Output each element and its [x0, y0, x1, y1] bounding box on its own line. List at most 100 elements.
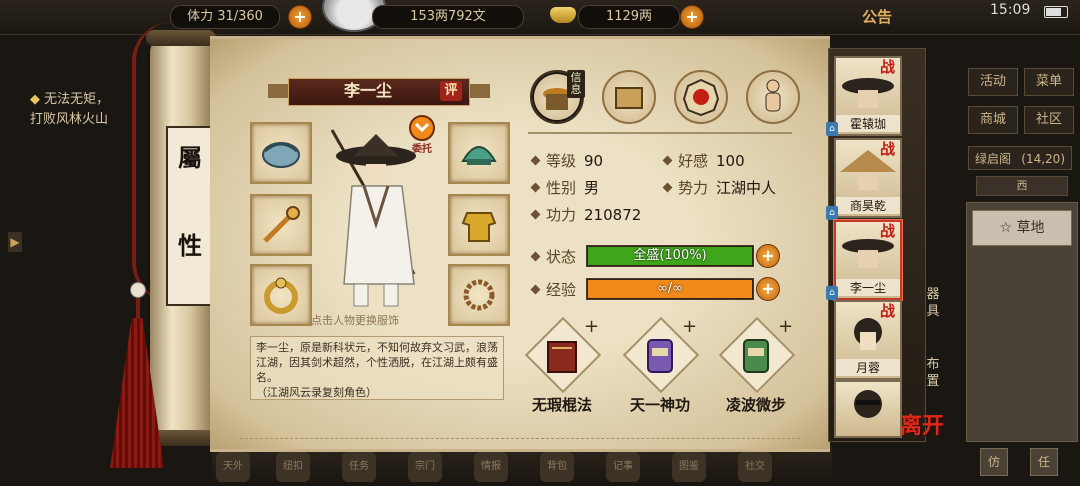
armor-icon: [461, 212, 497, 242]
diamond-bullet-icon: [530, 209, 541, 220]
exp-label: 经验: [530, 279, 577, 300]
layout-side-label[interactable]: 布置: [924, 356, 942, 390]
body-meridian-icon: [765, 79, 781, 112]
corner-button-2[interactable]: 任: [1030, 448, 1058, 476]
change-outfit-hint: 点击人物更换服饰: [311, 314, 399, 327]
skill-add-icon[interactable]: +: [584, 316, 599, 337]
bio-text: 李一尘，原是新科状元，不知何故弃文习武，浪荡江湖，因其剑术超然，个性洒脱，在江湖…: [256, 341, 498, 384]
staff-manual-icon: [547, 341, 577, 373]
add-stamina-button[interactable]: +: [288, 5, 312, 29]
level-badge-icon: ⌂: [826, 286, 838, 300]
affinity-label: 好感: [678, 152, 709, 170]
equip-slot-accessory[interactable]: [448, 264, 510, 326]
skill-name: 无瑕棍法: [531, 396, 592, 414]
faction-value: 江湖中人: [716, 179, 777, 197]
direction-select[interactable]: 西: [976, 176, 1068, 196]
category-char-1: 屬: [178, 143, 202, 172]
tab-inventory[interactable]: [602, 70, 656, 124]
battery-icon: [1044, 6, 1068, 18]
terrain-label: 草地: [1016, 220, 1045, 236]
party-member-name: 月蓉: [836, 359, 900, 376]
equip-slot-head[interactable]: [250, 122, 312, 184]
leave-button[interactable]: 离开: [900, 408, 954, 448]
commission-label: 委托: [412, 144, 432, 155]
equip-slot-weapon[interactable]: [250, 194, 312, 256]
tab-bagua[interactable]: [674, 70, 728, 124]
level-badge-icon: ⌂: [826, 206, 838, 220]
tab-info-label: 信息: [567, 70, 585, 98]
bottom-bar-item[interactable]: 记事: [606, 452, 640, 482]
skill-add-icon[interactable]: +: [682, 316, 697, 337]
level-label: 等级: [546, 152, 577, 170]
battle-tag: 战: [880, 58, 896, 76]
bagua-icon: [682, 78, 720, 117]
movement-scroll-icon: [743, 339, 769, 373]
quest-bullet-icon: ◆: [30, 92, 40, 107]
gender-label: 性别: [546, 179, 577, 197]
location-button[interactable]: 绿启阁 (14,20): [968, 146, 1072, 170]
bottom-bar-item[interactable]: 天外: [216, 452, 250, 482]
stats-divider: [528, 132, 792, 134]
commission-icon: [409, 115, 435, 141]
battle-tag: 战: [880, 222, 896, 240]
expand-arrow-icon[interactable]: ▶: [8, 232, 22, 252]
category-char-2: 性: [178, 231, 202, 260]
category-label: 屬 性: [168, 138, 212, 266]
restore-state-button[interactable]: +: [756, 244, 780, 268]
equip-slot-head-gear[interactable]: [448, 122, 510, 184]
stat-gender: 性别男: [530, 177, 600, 198]
corner-button-1[interactable]: 仿: [980, 448, 1008, 476]
diamond-bullet-icon: [662, 182, 673, 193]
quest-title: 无法无矩，: [44, 92, 110, 107]
notice-button[interactable]: 公告: [862, 6, 892, 27]
skill-add-icon[interactable]: +: [778, 316, 793, 337]
state-bar: 全盛(100%): [586, 245, 754, 267]
commission-button[interactable]: 委托: [406, 114, 438, 155]
evaluate-button[interactable]: 评: [440, 81, 462, 101]
portrait-blindfold-icon: [854, 390, 882, 418]
gear-side-label[interactable]: 器具: [924, 286, 942, 320]
equip-slot-armor[interactable]: [448, 194, 510, 256]
location-name: 绿启阁: [975, 152, 1012, 166]
scroll-rod-cap: [146, 30, 216, 46]
bottom-bar-item[interactable]: 社交: [738, 452, 772, 482]
bottom-bar-item[interactable]: 任务: [342, 452, 376, 482]
power-label: 功力: [546, 206, 577, 224]
shop-button[interactable]: 商城: [968, 106, 1018, 134]
faction-label: 势力: [678, 179, 709, 197]
bottom-bar-item[interactable]: 纽扣: [276, 452, 310, 482]
level-badge-icon: ⌂: [826, 122, 838, 136]
battle-tag: 战: [880, 140, 896, 158]
community-button[interactable]: 社区: [1024, 106, 1074, 134]
staff-weapon-icon: [263, 206, 300, 243]
bio-subtext: （江湖风云录复刻角色）: [256, 386, 377, 399]
bottom-bar-item[interactable]: 宗门: [408, 452, 442, 482]
bottom-bar-item[interactable]: 背包: [540, 452, 574, 482]
party-member-5[interactable]: [834, 380, 902, 438]
gold-counter: 1129两: [578, 5, 680, 29]
ring-icon: [264, 277, 298, 314]
character-name: 李一尘: [343, 81, 392, 100]
tab-body[interactable]: [746, 70, 800, 124]
inventory-chest-icon: [615, 87, 643, 109]
add-gold-button[interactable]: +: [680, 5, 704, 29]
activity-button[interactable]: 活动: [968, 68, 1018, 96]
quest-tracker[interactable]: ◆ 无法无矩， 打败风林火山: [30, 90, 109, 130]
dragon-helmet-icon: [262, 142, 300, 168]
gold-ingot-icon: [550, 7, 576, 23]
bottom-bar-item[interactable]: 情报: [474, 452, 508, 482]
bottom-bar-item[interactable]: 图鉴: [672, 452, 706, 482]
stat-affinity: 好感 100: [662, 150, 745, 171]
skill-slot-3[interactable]: + 凌波微步: [718, 316, 796, 422]
diamond-bullet-icon: [530, 182, 541, 193]
exp-label-text: 经验: [546, 281, 577, 299]
skill-slot-2[interactable]: + 天一神功: [622, 316, 700, 422]
party-member-name: 李一尘: [836, 279, 900, 296]
terrain-item[interactable]: ☆ 草地: [972, 210, 1072, 246]
skill-slot-1[interactable]: + 无瑕棍法: [524, 316, 602, 422]
add-exp-button[interactable]: +: [756, 277, 780, 301]
gender-value: 男: [584, 179, 600, 197]
inner-art-scroll-icon: [647, 339, 673, 373]
jade-helmet-icon: [461, 146, 497, 165]
menu-button[interactable]: 菜单: [1024, 68, 1074, 96]
